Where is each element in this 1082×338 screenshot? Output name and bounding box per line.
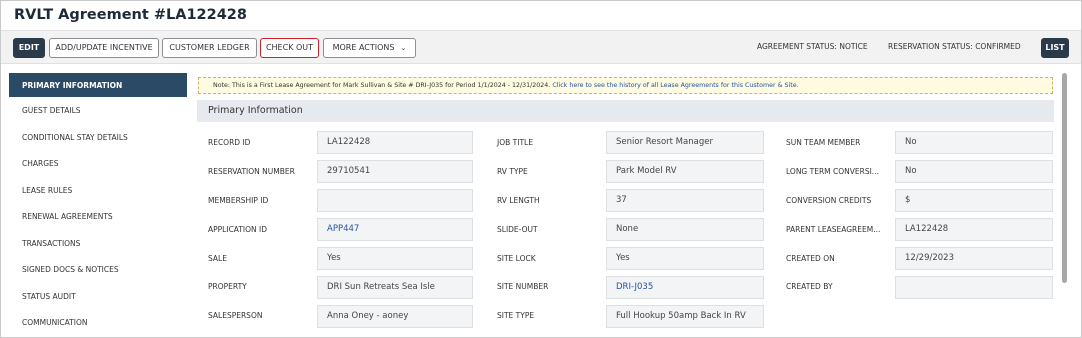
field-label: MEMBERSHIP ID	[208, 196, 269, 205]
field-label: RECORD ID	[208, 138, 251, 147]
note-text: Note: This is a First Lease Agreement fo…	[213, 82, 553, 89]
more-actions-label: MORE ACTIONS	[332, 43, 395, 52]
created-by-value	[895, 276, 1053, 299]
vertical-scrollbar[interactable]	[1062, 73, 1067, 283]
add-update-incentive-button[interactable]: ADD/UPDATE INCENTIVE	[49, 38, 159, 58]
field-label: CREATED ON	[786, 254, 835, 263]
property-value: DRI Sun Retreats Sea Isle	[317, 276, 473, 299]
more-actions-dropdown[interactable]: MORE ACTIONS ⌄	[323, 38, 416, 58]
field-label: CREATED BY	[786, 282, 833, 291]
sidebar-item-lease-rules[interactable]: LEASE RULES	[9, 178, 187, 204]
sidebar-item-transactions[interactable]: TRANSACTIONS	[9, 231, 187, 257]
field-label: SLIDE-OUT	[497, 225, 538, 234]
field-label: SUN TEAM MEMBER	[786, 138, 861, 147]
sidebar-item-signed-docs-notices[interactable]: SIGNED DOCS & NOTICES	[9, 257, 187, 284]
conversion-credits-value: $	[895, 189, 1053, 212]
application-id-link[interactable]: APP447	[317, 218, 473, 241]
slide-out-value: None	[606, 218, 764, 241]
field-label: RV LENGTH	[497, 196, 540, 205]
reservation-status: RESERVATION STATUS: CONFIRMED	[888, 42, 1021, 51]
field-label: PARENT LEASEAGREEM...	[786, 225, 881, 234]
field-label: SALESPERSON	[208, 311, 263, 320]
check-out-button[interactable]: CHECK OUT	[260, 38, 319, 58]
rv-length-value: 37	[606, 189, 764, 212]
membership-id-value	[317, 189, 473, 212]
sidebar-item-charges[interactable]: CHARGES	[9, 151, 187, 178]
field-label: SITE LOCK	[497, 254, 536, 263]
field-label: CONVERSION CREDITS	[786, 196, 872, 205]
field-label: SALE	[208, 254, 227, 263]
reservation-number-value: 29710541	[317, 160, 473, 183]
salesperson-value: Anna Oney - aoney	[317, 305, 473, 328]
site-number-link[interactable]: DRI-J035	[606, 276, 764, 299]
main-content: Note: This is a First Lease Agreement fo…	[197, 73, 1054, 338]
field-label: RESERVATION NUMBER	[208, 167, 295, 176]
field-label: JOB TITLE	[497, 138, 533, 147]
field-label: SITE NUMBER	[497, 282, 549, 291]
field-label: SITE TYPE	[497, 311, 535, 320]
site-lock-value: Yes	[606, 247, 764, 270]
lease-note-banner: Note: This is a First Lease Agreement fo…	[198, 77, 1053, 94]
field-label: RV TYPE	[497, 167, 528, 176]
sidebar-item-guest-details[interactable]: GUEST DETAILS	[9, 98, 187, 125]
lease-history-link[interactable]: Click here to see the history of all Lea…	[552, 82, 798, 89]
field-label: PROPERTY	[208, 282, 247, 291]
edit-button[interactable]: EDIT	[13, 38, 45, 58]
sale-value: Yes	[317, 247, 473, 270]
job-title-value: Senior Resort Manager	[606, 131, 764, 154]
created-on-value: 12/29/2023	[895, 247, 1053, 270]
site-type-value: Full Hookup 50amp Back In RV	[606, 305, 764, 328]
customer-ledger-button[interactable]: CUSTOMER LEDGER	[162, 38, 257, 58]
sun-team-member-value: No	[895, 131, 1053, 154]
long-term-conversion-value: No	[895, 160, 1053, 183]
list-button[interactable]: LIST	[1041, 38, 1069, 58]
agreement-status: AGREEMENT STATUS: NOTICE	[757, 42, 868, 51]
sidebar-item-conditional-stay-details[interactable]: CONDITIONAL STAY DETAILS	[9, 125, 187, 151]
section-header-primary-information: Primary Information	[197, 100, 1054, 122]
sidebar-item-status-audit[interactable]: STATUS AUDIT	[9, 284, 187, 310]
parent-lease-agreement-value: LA122428	[895, 218, 1053, 241]
action-toolbar: EDIT ADD/UPDATE INCENTIVE CUSTOMER LEDGE…	[1, 30, 1081, 64]
sidebar-nav: PRIMARY INFORMATION GUEST DETAILS CONDIT…	[9, 73, 187, 337]
field-label: LONG TERM CONVERSI...	[786, 167, 879, 176]
sidebar-item-primary-information[interactable]: PRIMARY INFORMATION	[9, 73, 187, 98]
record-id-value: LA122428	[317, 131, 473, 154]
sidebar-item-renewal-agreements[interactable]: RENEWAL AGREEMENTS	[9, 204, 187, 231]
sidebar-item-communication[interactable]: COMMUNICATION	[9, 310, 187, 337]
field-label: APPLICATION ID	[208, 225, 268, 234]
rv-type-value: Park Model RV	[606, 160, 764, 183]
page-title: RVLT Agreement #LA122428	[14, 7, 247, 23]
chevron-down-icon: ⌄	[400, 44, 407, 52]
